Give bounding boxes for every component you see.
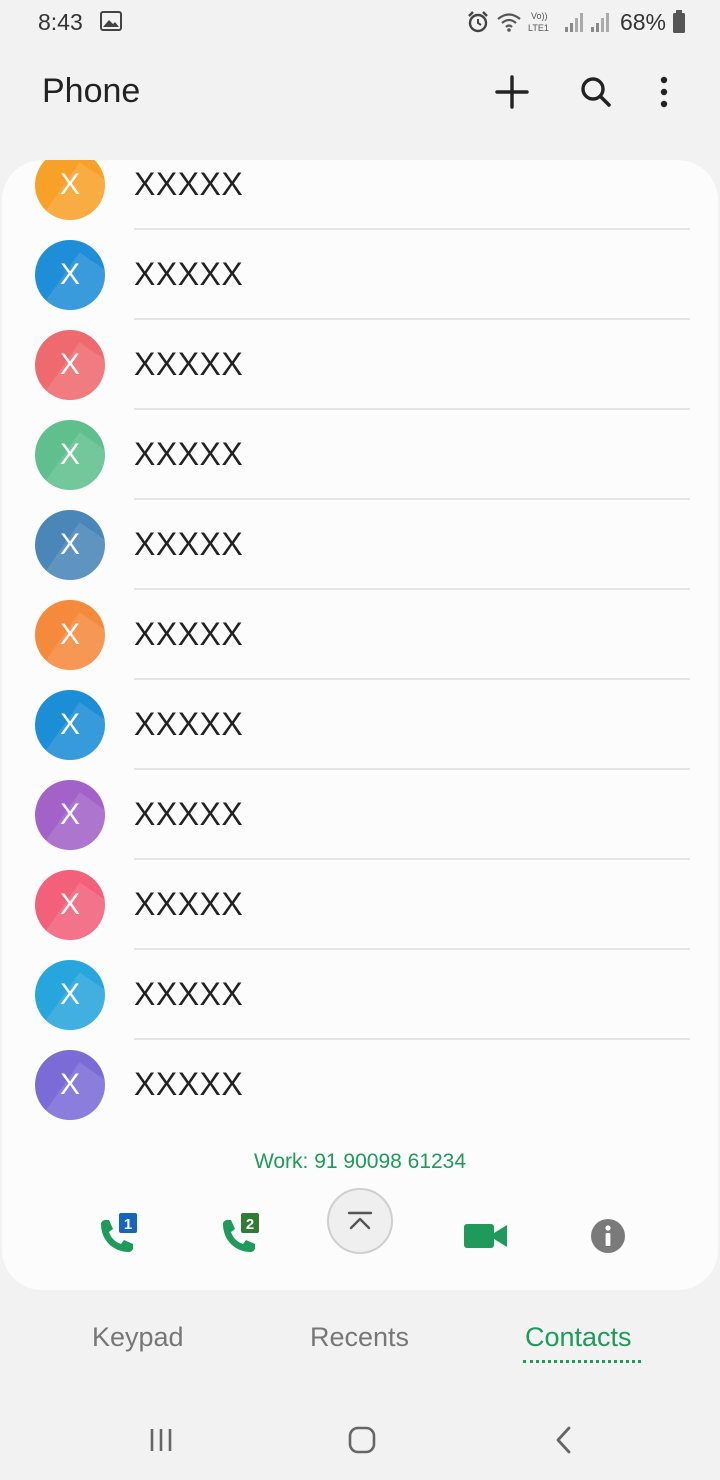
contact-info-button[interactable] [582, 1210, 634, 1262]
contact-row[interactable]: X XXXXX [2, 770, 718, 860]
info-icon [591, 1219, 625, 1253]
contact-name: XXXXX [134, 616, 244, 652]
call-sim1-button[interactable]: 1 [91, 1210, 143, 1262]
tab-keypad[interactable]: Keypad [92, 1322, 184, 1353]
status-icons: Vo)) LTE1 68% [466, 8, 686, 36]
contact-row[interactable]: X XXXXX [2, 410, 718, 500]
avatar-initial: X [59, 708, 80, 741]
contact-name: XXXXX [134, 886, 244, 922]
avatar[interactable]: X [35, 160, 105, 220]
contact-name: XXXXX [134, 256, 244, 292]
svg-text:LTE1: LTE1 [528, 23, 549, 33]
battery-icon [673, 10, 685, 33]
more-icon [660, 76, 668, 108]
contact-name: XXXXX [134, 796, 244, 832]
gallery-icon [100, 11, 122, 31]
avatar-initial: X [59, 348, 80, 381]
back-button[interactable] [542, 1418, 586, 1462]
avatar[interactable]: X [35, 330, 105, 400]
avatar[interactable]: X [35, 870, 105, 940]
avatar[interactable]: X [35, 240, 105, 310]
avatar[interactable]: X [35, 420, 105, 490]
home-icon [348, 1426, 376, 1454]
contact-row[interactable]: X XXXXX [2, 680, 718, 770]
sim2-badge: 2 [246, 1216, 254, 1233]
avatar[interactable]: X [35, 510, 105, 580]
contact-name: XXXXX [134, 976, 244, 1012]
scroll-top-icon [347, 1211, 373, 1230]
avatar-initial: X [59, 978, 80, 1011]
contact-name: XXXXX [134, 346, 244, 382]
avatar-initial: X [59, 798, 80, 831]
contact-row[interactable]: X XXXXX [2, 230, 718, 320]
avatar-initial: X [59, 438, 80, 471]
search-icon [581, 77, 611, 107]
contacts-card: X XXXXX X XXXXX X XXXXX X XXXXX X XXXXX X XXXXX X XXX… [2, 160, 718, 1290]
recent-apps-button[interactable] [139, 1418, 183, 1462]
call-sim2-button[interactable]: 2 [213, 1210, 265, 1262]
contact-row[interactable]: X XXXXX [2, 160, 718, 230]
signal-icon [564, 13, 583, 32]
contact-row[interactable]: X XXXXX [2, 860, 718, 950]
call-sim1-icon: 1 [101, 1213, 137, 1252]
work-number[interactable]: Work: 91 90098 61234 [2, 1150, 718, 1174]
avatar[interactable]: X [35, 600, 105, 670]
status-bar: 8:43 Vo)) LTE1 68% [0, 0, 720, 44]
avatar[interactable]: X [35, 960, 105, 1030]
contact-row[interactable]: X XXXXX [2, 590, 718, 680]
page-title: Phone [42, 72, 141, 110]
avatar[interactable]: X [35, 690, 105, 760]
status-time: 8:43 [38, 9, 83, 35]
recent-apps-icon [150, 1429, 172, 1451]
signal-icon [590, 13, 609, 32]
search-button[interactable] [574, 70, 618, 114]
back-icon [556, 1426, 571, 1454]
video-call-button[interactable] [460, 1210, 512, 1262]
tab-contacts[interactable]: Contacts [525, 1322, 632, 1353]
avatar-initial: X [59, 258, 80, 291]
add-contact-button[interactable] [490, 70, 534, 114]
contact-row[interactable]: X XXXXX [2, 950, 718, 1040]
svg-text:Vo)): Vo)) [531, 11, 548, 21]
contact-row[interactable]: X XXXXX [2, 500, 718, 590]
avatar-initial: X [59, 168, 80, 201]
volte-icon: Vo)) LTE1 [528, 11, 549, 33]
avatar-initial: X [59, 1068, 80, 1101]
avatar-initial: X [59, 618, 80, 651]
battery-percent: 68% [619, 8, 666, 35]
video-call-icon [464, 1224, 507, 1248]
avatar-initial: X [59, 528, 80, 561]
active-tab-indicator [523, 1360, 641, 1363]
sim1-badge: 1 [124, 1216, 132, 1233]
contact-name: XXXXX [134, 526, 244, 562]
avatar[interactable]: X [35, 780, 105, 850]
more-options-button[interactable] [642, 70, 686, 114]
contact-row[interactable]: X XXXXX [2, 1040, 718, 1130]
tab-recents[interactable]: Recents [310, 1322, 409, 1353]
contact-row[interactable]: X XXXXX [2, 320, 718, 410]
contacts-list[interactable]: X XXXXX X XXXXX X XXXXX X XXXXX X XXXXX X XXXXX X XXX… [2, 160, 718, 1140]
contact-name: XXXXX [134, 1066, 244, 1102]
scroll-to-top-button[interactable] [327, 1188, 393, 1254]
call-sim2-icon: 2 [223, 1213, 259, 1252]
home-button[interactable] [340, 1418, 384, 1462]
alarm-icon [468, 11, 488, 33]
contact-name: XXXXX [134, 436, 244, 472]
contact-name: XXXXX [134, 706, 244, 742]
contact-name: XXXXX [134, 166, 244, 202]
avatar[interactable]: X [35, 1050, 105, 1120]
avatar-initial: X [59, 888, 80, 921]
contact-action-bar: 1 2 [2, 1188, 718, 1288]
add-icon [495, 75, 529, 109]
wifi-icon [497, 13, 521, 32]
